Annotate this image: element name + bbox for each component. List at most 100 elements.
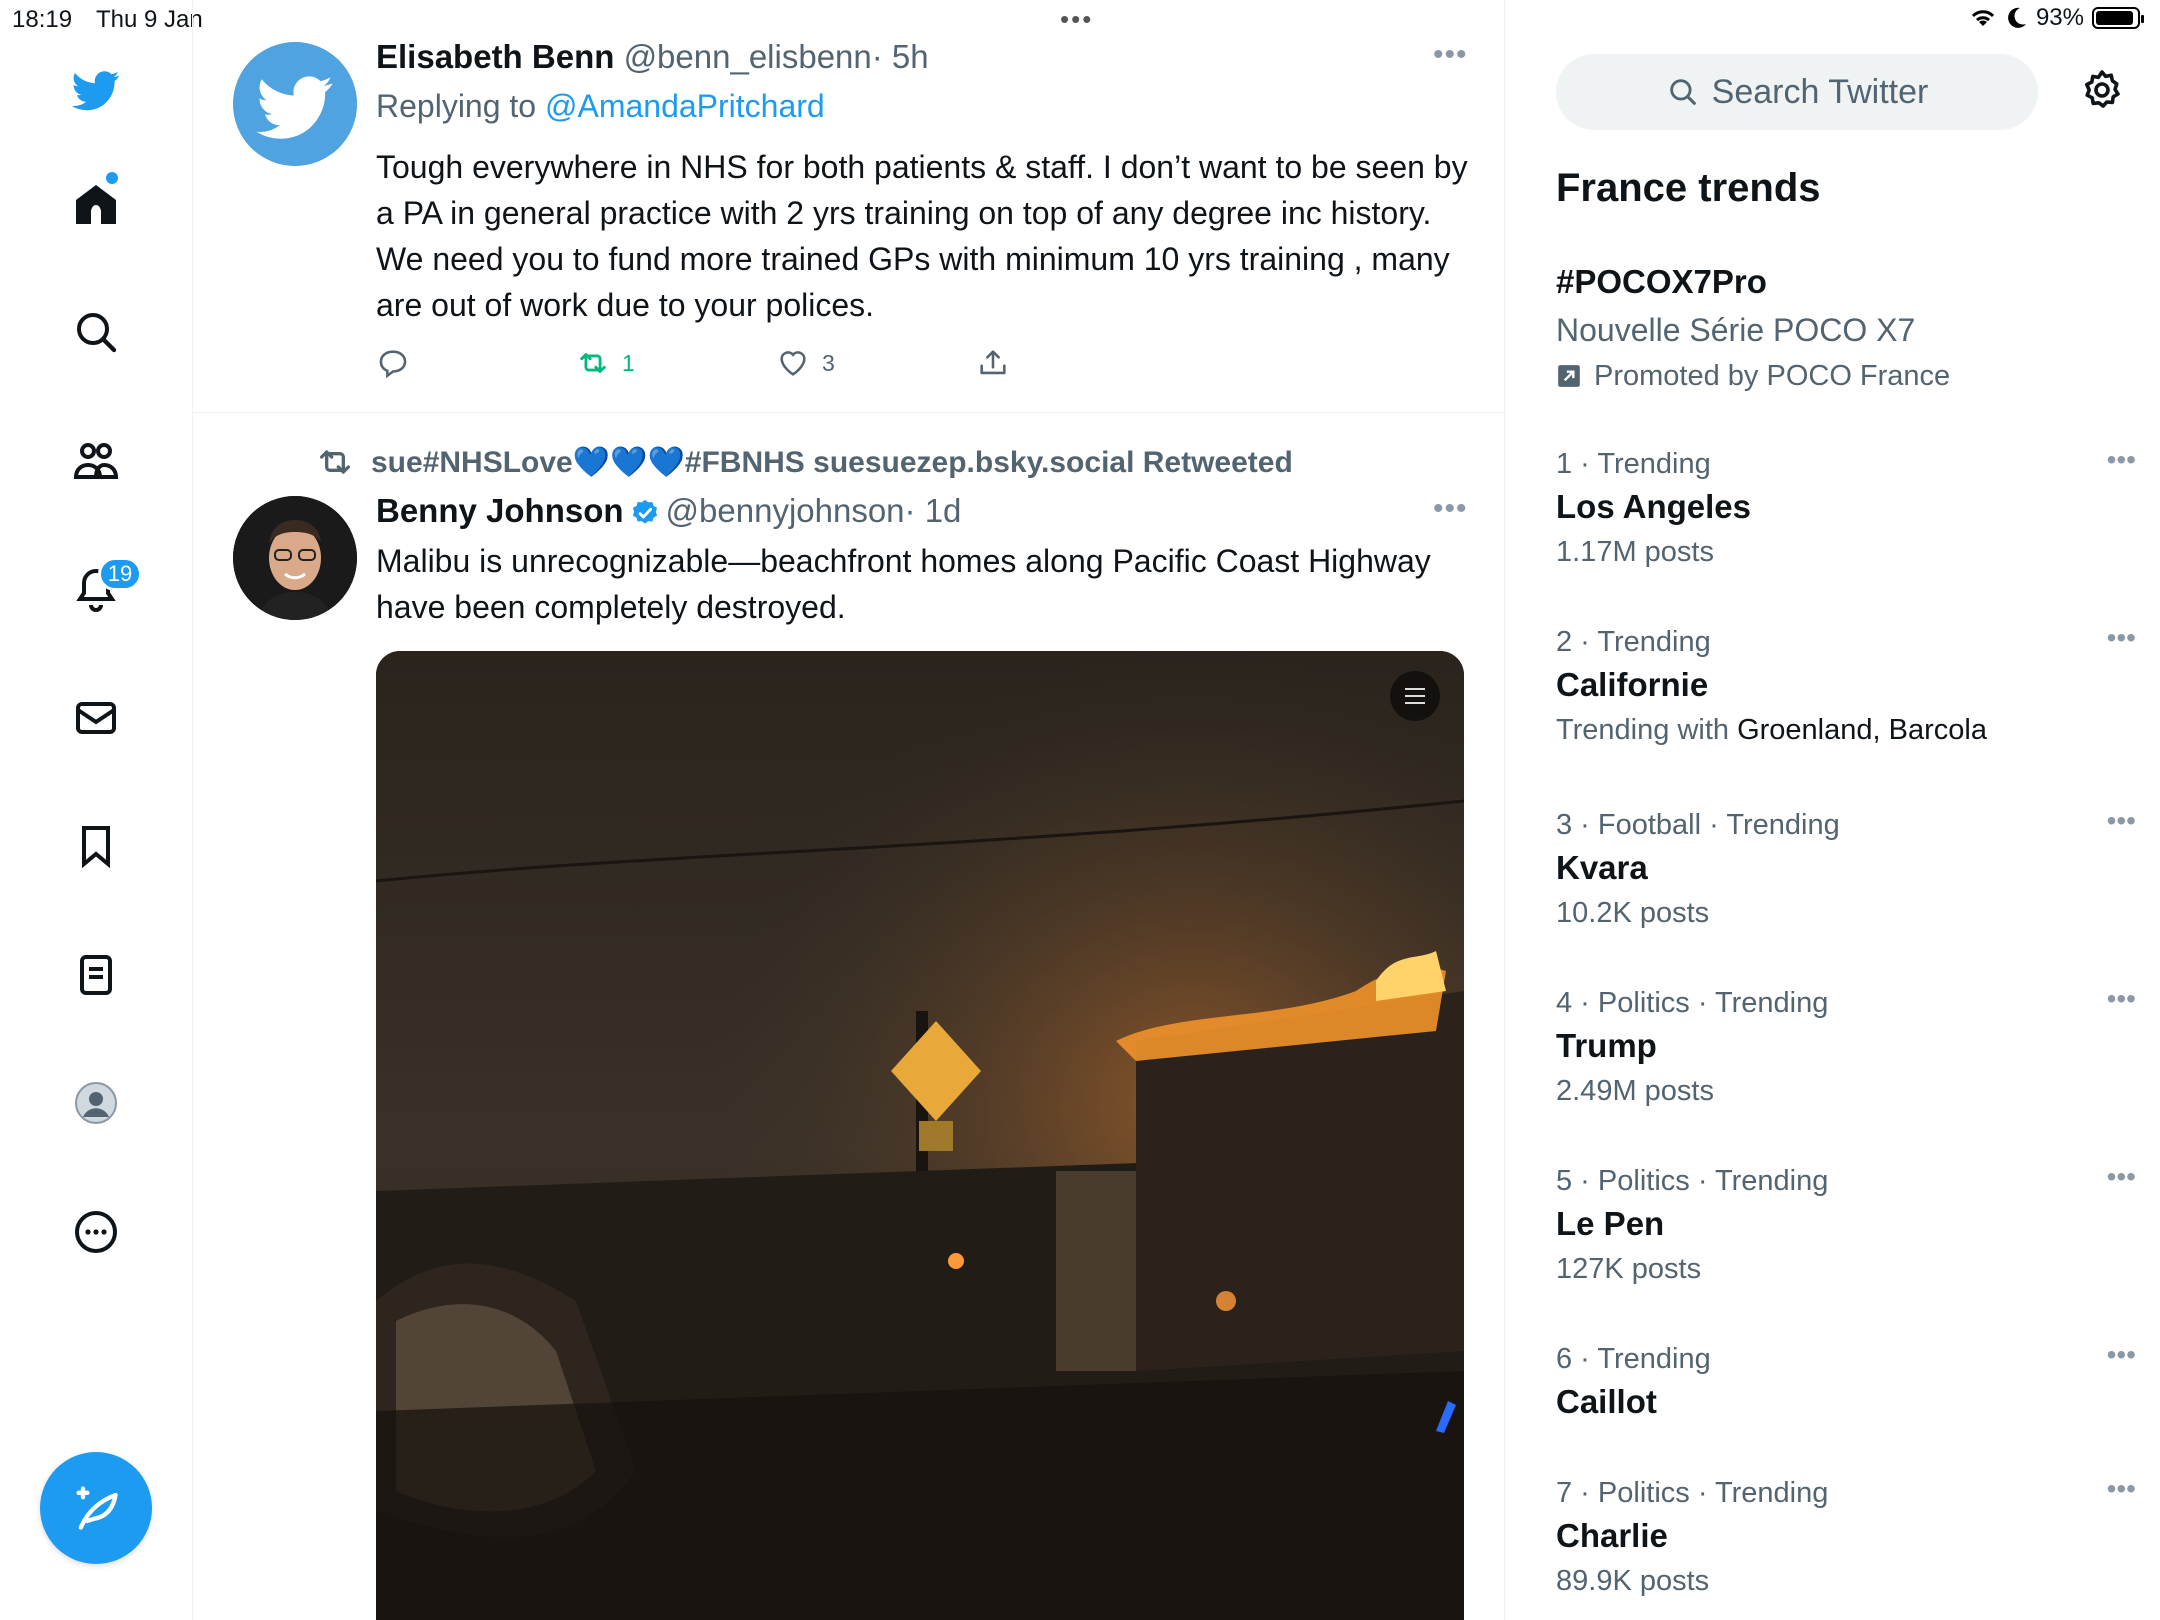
bookmarks-icon[interactable] [64,814,128,878]
reply-button[interactable] [376,346,576,380]
more-icon[interactable] [64,1200,128,1264]
messages-icon[interactable] [64,686,128,750]
tweet-header: Benny Johnson @bennyjohnson· 1d [376,492,961,530]
tweet-header: Elisabeth Benn @benn_elisbenn· 5h [376,38,929,76]
tweet-time[interactable]: · 1d [905,492,962,529]
trend-related-terms: Groenland, Barcola [1737,714,1987,746]
trend-context: 5 · Politics · Trending [1556,1165,1829,1197]
search-icon[interactable] [64,300,128,364]
trends-title: France trends [1556,166,1821,210]
notifications-badge: 19 [98,557,142,591]
trend-name: Californie [1556,666,1709,703]
trend-item[interactable]: 6 · Trending Caillot ••• [1556,1339,2136,1425]
trend-name: Kvara [1556,849,1648,886]
promoted-icon [1558,365,1580,387]
search-placeholder: Search Twitter [1711,72,1929,111]
promoted-by-text: Promoted by POCO France [1594,360,1951,392]
retweet-count: 1 [622,349,635,376]
trend-posts: 10.2K posts [1556,897,1710,929]
compose-button[interactable] [40,1452,152,1564]
trend-context: 4 · Politics · Trending [1556,987,1829,1019]
trend-more-button[interactable]: ••• [2107,1473,2136,1505]
retweet-icon [580,353,606,373]
trend-item[interactable]: 3 · Football · Trending Kvara 10.2K post… [1556,805,2136,935]
share-icon [980,350,1006,375]
promoted-trend[interactable]: #POCOX7Pro Nouvelle Série POCO X7 Promot… [1556,258,2116,398]
trend-name: Le Pen [1556,1205,1665,1242]
profile-icon[interactable] [64,1071,128,1135]
trend-context: 6 · Trending [1556,1343,1711,1375]
trend-name: Caillot [1556,1383,1657,1420]
trend-more-button[interactable]: ••• [2107,1161,2136,1193]
trend-item[interactable]: 2 · Trending Californie Trending with Gr… [1556,622,2136,752]
trend-posts: 1.17M posts [1556,536,1714,568]
retweet-button[interactable]: 1 [576,346,776,380]
tweet-text: Malibu is unrecognizable—beachfront home… [376,543,1431,625]
retweeted-by[interactable]: sue#NHSLove💙💙💙#FBNHS suesuezep.bsky.soci… [315,442,1293,482]
twitter-bird-icon[interactable] [64,58,128,122]
trend-posts: 127K posts [1556,1253,1702,1285]
person-avatar-image [233,496,357,620]
trend-more-button[interactable]: ••• [2107,983,2136,1015]
author-handle[interactable]: @benn_elisbenn [624,38,872,75]
settings-button[interactable] [2072,62,2132,122]
trend-name: Los Angeles [1556,488,1751,525]
trend-related: Trending with Groenland, Barcola [1556,708,2116,752]
retweeted-by-text: sue#NHSLove💙💙💙#FBNHS suesuezep.bsky.soci… [371,445,1293,479]
avatar[interactable] [233,496,357,620]
trend-posts: 89.9K posts [1556,1565,1710,1597]
trend-item[interactable]: 5 · Politics · Trending Le Pen 127K post… [1556,1161,2136,1291]
trend-context: 2 · Trending [1556,626,1711,658]
tweet-card[interactable]: Elisabeth Benn @benn_elisbenn· 5h ••• Re… [193,30,1504,413]
replying-to-link[interactable]: @AmandaPritchard [545,88,825,124]
twitter-bird-icon [233,42,357,166]
trend-more-button[interactable]: ••• [2107,622,2136,654]
verified-badge-icon [632,500,657,524]
tweet-video[interactable] [376,651,1464,1620]
like-count: 3 [822,349,835,376]
search-icon [1669,79,1696,105]
gear-icon [2085,70,2120,108]
promoted-trend-description: Nouvelle Série POCO X7 [1556,312,1916,348]
heart-icon [780,351,806,376]
trend-name: Charlie [1556,1517,1668,1554]
trend-item[interactable]: 1 · Trending Los Angeles 1.17M posts ••• [1556,444,2136,574]
tweet-card[interactable]: sue#NHSLove💙💙💙#FBNHS suesuezep.bsky.soci… [193,414,1504,1620]
retweet-icon [320,450,350,474]
reply-icon [379,350,407,379]
fire-scene-image [376,651,1464,1620]
trend-more-button[interactable]: ••• [2107,444,2136,476]
search-box[interactable]: Search Twitter [1556,54,2038,130]
share-button[interactable] [976,346,1010,380]
lists-icon[interactable] [64,943,128,1007]
trend-related-prefix: Trending with [1556,714,1738,746]
trend-more-button[interactable]: ••• [2107,805,2136,837]
tweet-actions: 1 3 [376,346,1376,380]
trend-more-button[interactable]: ••• [2107,1339,2136,1371]
tweet-more-button[interactable]: ••• [1433,492,1468,526]
trend-name: Trump [1556,1027,1657,1064]
author-handle[interactable]: @bennyjohnson [666,492,905,529]
compose-icon [76,1486,118,1530]
trend-posts: 2.49M posts [1556,1075,1714,1107]
replying-to: Replying to @AmandaPritchard [376,88,825,125]
trend-context: 7 · Politics · Trending [1556,1477,1829,1509]
trend-context: 3 · Football · Trending [1556,809,1840,841]
author-name[interactable]: Elisabeth Benn [376,38,614,75]
timeline: Elisabeth Benn @benn_elisbenn· 5h ••• Re… [193,0,1505,1620]
author-name[interactable]: Benny Johnson [376,492,624,529]
tweet-time[interactable]: · 5h [872,38,929,75]
tweet-text: Tough everywhere in NHS for both patient… [376,149,1468,323]
trend-item[interactable]: 4 · Politics · Trending Trump 2.49M post… [1556,983,2136,1113]
trend-item[interactable]: 7 · Politics · Trending Charlie 89.9K po… [1556,1473,2136,1603]
promoted-by: Promoted by POCO France [1556,354,2116,398]
trend-context: 1 · Trending [1556,448,1711,480]
home-icon[interactable] [64,172,128,236]
replying-prefix: Replying to [376,88,537,124]
promoted-trend-name: #POCOX7Pro [1556,263,1767,300]
avatar[interactable] [233,42,357,166]
tweet-more-button[interactable]: ••• [1433,38,1468,72]
communities-icon[interactable] [64,429,128,493]
like-button[interactable]: 3 [776,346,976,380]
right-sidebar: Search Twitter France trends #POCOX7Pro … [1506,0,2160,1620]
